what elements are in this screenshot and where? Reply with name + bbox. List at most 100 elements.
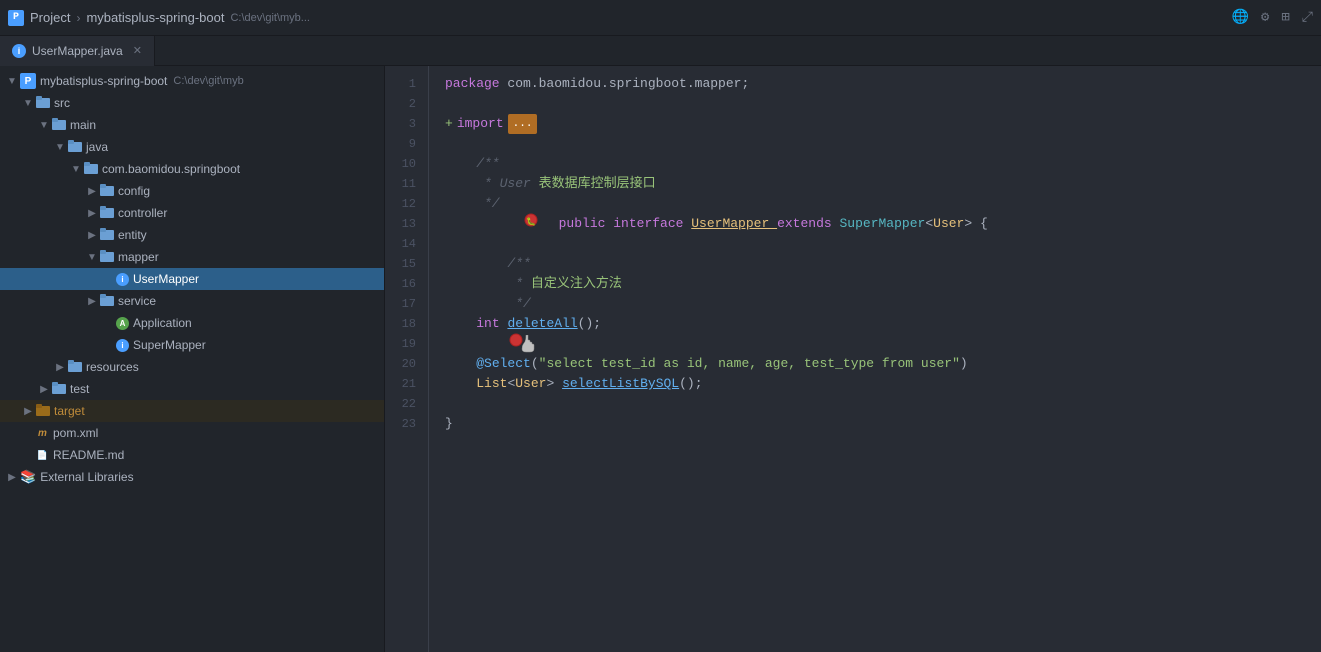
ln-14: 14 bbox=[393, 234, 416, 254]
arrow-resources bbox=[52, 362, 68, 373]
sidebar-item-extlib-label: External Libraries bbox=[40, 470, 133, 484]
cm-close2: */ bbox=[445, 294, 531, 314]
code-indent-21 bbox=[445, 374, 476, 394]
cl-user2: User bbox=[515, 374, 546, 394]
ann-select: @Select bbox=[476, 354, 531, 374]
sidebar-item-application[interactable]: A Application bbox=[0, 312, 384, 334]
external-icon[interactable]: ⤢ bbox=[1302, 10, 1313, 26]
op-gt: > bbox=[964, 214, 980, 234]
cm-user-comment: * User bbox=[445, 174, 539, 194]
code-line-21: List<User> selectListBySQL(); bbox=[445, 374, 1321, 394]
sidebar-item-config[interactable]: config bbox=[0, 180, 384, 202]
sidebar-item-target-label: target bbox=[54, 404, 85, 418]
code-line-12: */ bbox=[445, 194, 1321, 214]
cm-open2: /** bbox=[445, 254, 531, 274]
tab-usermapper[interactable]: i UserMapper.java ✕ bbox=[0, 36, 155, 66]
sidebar-item-java-label: java bbox=[86, 140, 108, 154]
code-line-9 bbox=[445, 134, 1321, 154]
sidebar-item-readme[interactable]: 📄 README.md bbox=[0, 444, 384, 466]
ln-9: 9 bbox=[393, 134, 416, 154]
ln-17: 17 bbox=[393, 294, 416, 314]
sidebar-item-extlib[interactable]: 📚 External Libraries bbox=[0, 466, 384, 488]
ln-20: 20 bbox=[393, 354, 416, 374]
arrow-target bbox=[20, 406, 36, 417]
project-title: Project bbox=[30, 10, 70, 25]
entity-folder-icon bbox=[100, 228, 114, 243]
ln-21: 21 bbox=[393, 374, 416, 394]
sidebar-item-root[interactable]: P mybatisplus-spring-boot C:\dev\git\myb bbox=[0, 70, 384, 92]
sidebar-item-pom[interactable]: m pom.xml bbox=[0, 422, 384, 444]
arrow-entity bbox=[84, 230, 100, 241]
pom-m-icon: m bbox=[36, 427, 49, 440]
sidebar-item-entity[interactable]: entity bbox=[0, 224, 384, 246]
config-folder-icon bbox=[100, 184, 114, 199]
mapper-folder-icon bbox=[100, 250, 114, 265]
arrow-main bbox=[36, 120, 52, 131]
op-parens-18: (); bbox=[578, 314, 601, 334]
cl-list: List bbox=[476, 374, 507, 394]
str-sql: "select test_id as id, name, age, test_t… bbox=[539, 354, 960, 374]
project-path: C:\dev\git\myb... bbox=[230, 12, 309, 24]
arrow-src bbox=[20, 98, 36, 109]
globe-icon[interactable]: 🌐 bbox=[1231, 9, 1248, 26]
ln-11: 11 bbox=[393, 174, 416, 194]
sidebar-item-resources[interactable]: resources bbox=[0, 356, 384, 378]
controller-folder-icon bbox=[100, 206, 114, 221]
sidebar-item-usermapper[interactable]: i UserMapper bbox=[0, 268, 384, 290]
sidebar-item-mapper[interactable]: mapper bbox=[0, 246, 384, 268]
kw-package: package bbox=[445, 74, 507, 94]
sidebar-item-test[interactable]: test bbox=[0, 378, 384, 400]
arrow-extlib bbox=[4, 472, 20, 483]
sidebar-item-readme-label: README.md bbox=[53, 448, 124, 462]
extlib-icon: 📚 bbox=[20, 469, 36, 485]
code-line-10: /** bbox=[445, 154, 1321, 174]
sidebar-item-service[interactable]: service bbox=[0, 290, 384, 312]
arrow-controller bbox=[84, 208, 100, 219]
plus-sign: + bbox=[445, 114, 453, 134]
sidebar-item-entity-label: entity bbox=[118, 228, 147, 242]
sidebar-item-resources-label: resources bbox=[86, 360, 139, 374]
ln-19: 19 bbox=[393, 334, 416, 354]
sidebar-item-service-label: service bbox=[118, 294, 156, 308]
sidebar-item-config-label: config bbox=[118, 184, 150, 198]
code-line-19 bbox=[445, 334, 1321, 354]
sidebar-item-root-label: mybatisplus-spring-boot bbox=[40, 74, 167, 88]
code-indent-20 bbox=[445, 354, 476, 374]
op-parens-21: (); bbox=[679, 374, 702, 394]
code-line-18: int deleteAll(); bbox=[445, 314, 1321, 334]
iface-usermapper: UserMapper bbox=[691, 214, 777, 234]
sidebar-item-src[interactable]: src bbox=[0, 92, 384, 114]
code-line-11: * User 表数据库控制层接口 bbox=[445, 174, 1321, 194]
svg-text:🐛: 🐛 bbox=[526, 216, 536, 227]
op-lt: < bbox=[925, 214, 933, 234]
cm-inject: * bbox=[445, 274, 531, 294]
code-editor[interactable]: 1 2 3 9 10 11 12 13 14 15 16 17 18 19 20… bbox=[385, 66, 1321, 652]
sidebar-item-controller[interactable]: controller bbox=[0, 202, 384, 224]
tab-close-button[interactable]: ✕ bbox=[133, 44, 142, 57]
kw-import: import bbox=[457, 114, 504, 134]
op-gt2: > bbox=[546, 374, 562, 394]
separator: › bbox=[76, 11, 80, 25]
settings-icon[interactable]: ⚙ bbox=[1261, 9, 1269, 26]
tab-info-icon: i bbox=[12, 44, 26, 58]
op-brace-close: } bbox=[445, 414, 453, 434]
ln-1: 1 bbox=[393, 74, 416, 94]
ln-10: 10 bbox=[393, 154, 416, 174]
arrow-config bbox=[84, 186, 100, 197]
pkg-name: com.baomidou.springboot.mapper bbox=[507, 74, 741, 94]
sidebar-item-target[interactable]: target bbox=[0, 400, 384, 422]
tab-bar: i UserMapper.java ✕ bbox=[0, 36, 1321, 66]
import-collapsed-button[interactable]: ... bbox=[508, 114, 538, 134]
usermapper-info-icon: i bbox=[116, 273, 129, 286]
sidebar-item-main[interactable]: main bbox=[0, 114, 384, 136]
ln-22: 22 bbox=[393, 394, 416, 414]
op-brace-open: { bbox=[980, 214, 988, 234]
sidebar-item-com[interactable]: com.baomidou.springboot bbox=[0, 158, 384, 180]
project-folder-icon: P bbox=[20, 73, 36, 89]
sidebar-item-application-label: Application bbox=[133, 316, 192, 330]
sidebar-item-supermapper[interactable]: i SuperMapper bbox=[0, 334, 384, 356]
op-semi1: ; bbox=[741, 74, 749, 94]
sidebar-item-java[interactable]: java bbox=[0, 136, 384, 158]
code-line-1: package com.baomidou.springboot.mapper; bbox=[445, 74, 1321, 94]
layout-icon[interactable]: ⊞ bbox=[1281, 9, 1289, 26]
